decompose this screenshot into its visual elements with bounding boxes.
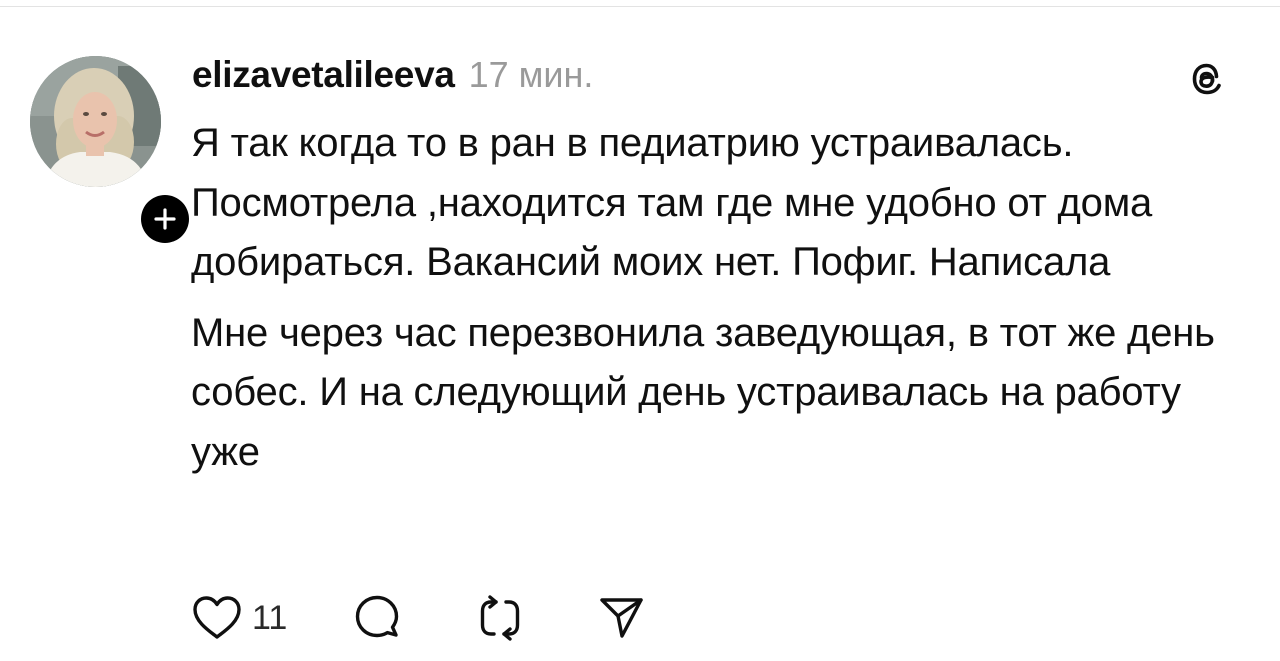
post-text: Я так когда то в ран в педиатрию устраив… (191, 114, 1251, 482)
paper-plane-icon (600, 598, 643, 638)
action-bar: 11 (190, 591, 645, 645)
repost-button[interactable] (475, 592, 525, 644)
follow-button-circle[interactable] (141, 195, 189, 243)
repost-icon (481, 595, 520, 641)
follow-button[interactable] (137, 191, 193, 247)
heart-icon (193, 596, 241, 639)
speech-bubble-icon (356, 595, 399, 638)
like-count: 11 (252, 598, 288, 637)
post-timestamp: 17 мин. (468, 54, 594, 95)
top-divider (0, 6, 1280, 7)
like-button[interactable]: 11 (190, 593, 287, 643)
avatar-container[interactable] (30, 56, 193, 247)
comment-button[interactable] (351, 592, 403, 644)
post-header: elizavetalileeva 17 мин. (192, 54, 593, 102)
author-username[interactable]: elizavetalileeva (192, 54, 455, 96)
share-button[interactable] (597, 594, 645, 642)
avatar[interactable] (30, 56, 161, 187)
threads-logo-icon[interactable] (1183, 54, 1231, 102)
plus-icon (154, 208, 176, 230)
post-paragraph-2: Мне через час перезвонила заведующая, в … (191, 310, 1215, 474)
post-paragraph-1: Я так когда то в ран в педиатрию устраив… (191, 121, 1153, 284)
